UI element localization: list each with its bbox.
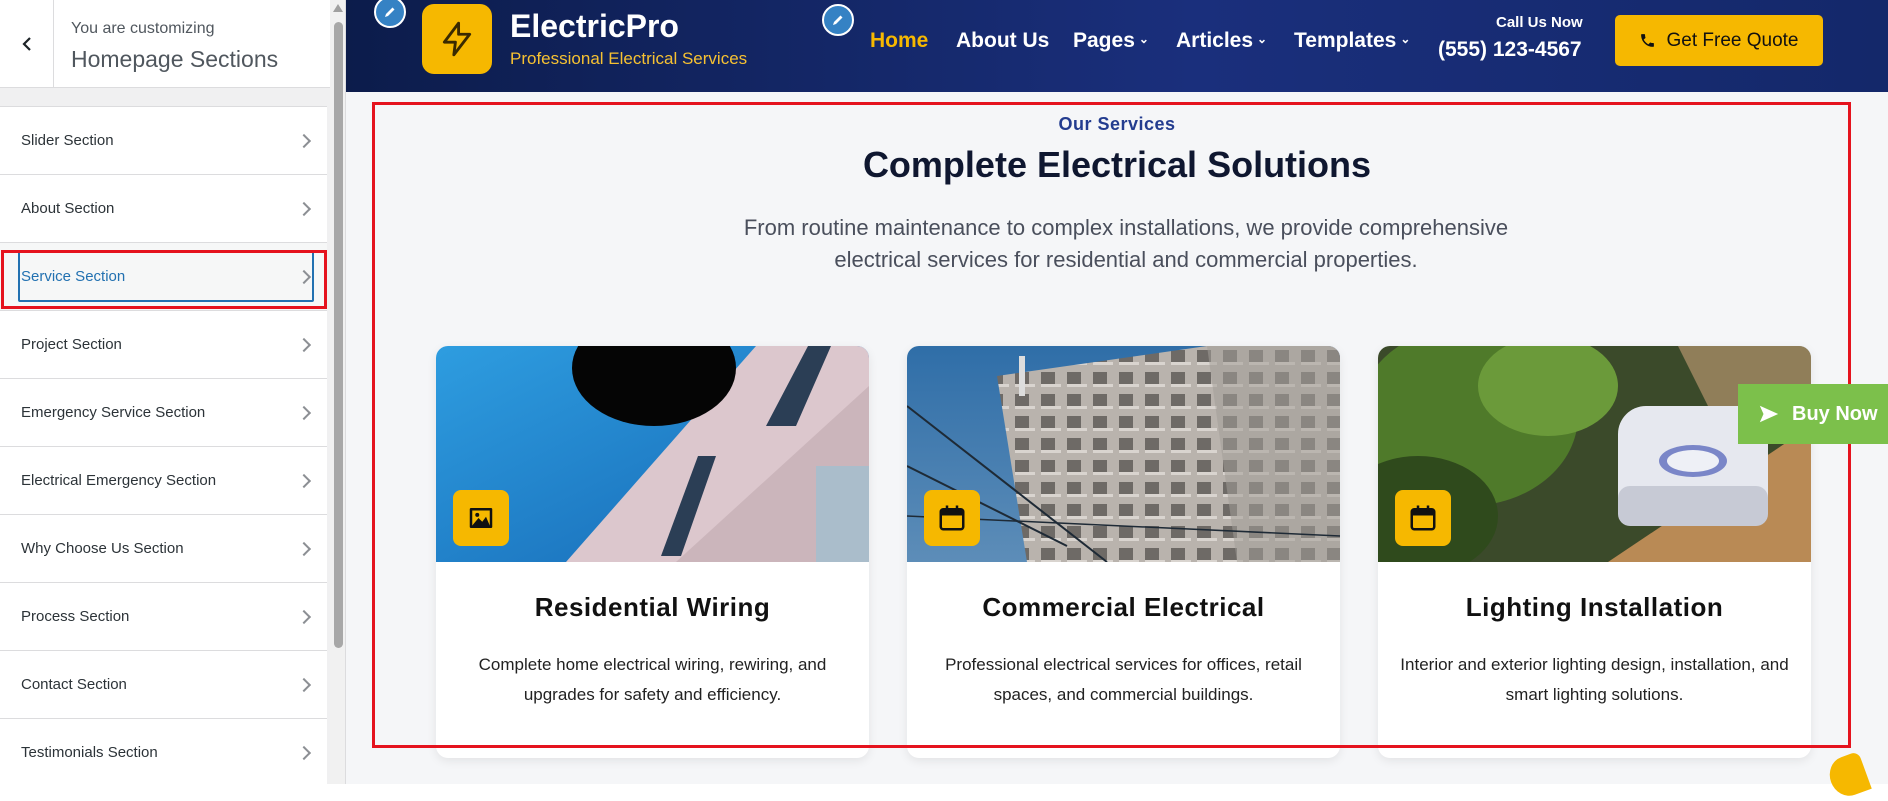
scroll-up-arrow-icon[interactable] [333, 4, 343, 12]
send-icon [1759, 405, 1779, 423]
nav-home[interactable]: Home [870, 29, 928, 53]
nav-articles[interactable]: Articles ⌄ [1176, 29, 1267, 53]
highlight-box [372, 102, 1851, 748]
customizing-title: Homepage Sections [71, 46, 279, 72]
chevron-right-icon [296, 405, 312, 420]
chevron-right-icon [296, 473, 312, 488]
brand-tagline: Professional Electrical Services [510, 49, 748, 68]
section-item-label: Project Section [21, 336, 122, 353]
nav-templates[interactable]: Templates ⌄ [1294, 29, 1410, 53]
phone-number[interactable]: (555) 123-4567 [1438, 38, 1582, 62]
customizing-subtitle: You are customizing [71, 20, 215, 37]
back-button[interactable] [0, 0, 54, 88]
chevron-right-icon [296, 133, 312, 148]
nav-about-us[interactable]: About Us [956, 29, 1049, 53]
logo[interactable] [422, 4, 492, 74]
nav-label: About Us [956, 29, 1050, 52]
section-item-emergency-service[interactable]: Emergency Service Section [0, 378, 327, 446]
chevron-down-icon: ⌄ [1257, 32, 1268, 46]
buy-now-button[interactable]: Buy Now [1738, 384, 1888, 444]
nav-label: Templates [1294, 29, 1397, 52]
section-item-contact[interactable]: Contact Section [0, 650, 327, 718]
chevron-right-icon [296, 541, 312, 556]
nav-pages[interactable]: Pages ⌄ [1073, 29, 1149, 53]
buy-now-label: Buy Now [1792, 402, 1878, 425]
chevron-right-icon [296, 745, 312, 760]
section-item-label: Slider Section [21, 132, 114, 149]
phone-icon [1641, 34, 1655, 47]
section-item-slider[interactable]: Slider Section [0, 106, 327, 174]
get-quote-label: Get Free Quote [1666, 29, 1799, 51]
chevron-right-icon [296, 337, 312, 352]
section-item-label: Testimonials Section [21, 744, 158, 761]
lightning-icon [442, 21, 472, 57]
get-quote-button[interactable]: Get Free Quote [1615, 15, 1823, 66]
pencil-icon [833, 15, 843, 25]
edit-shortcut-button[interactable] [374, 0, 406, 28]
section-item-label: Electrical Emergency Section [21, 472, 217, 489]
section-item-label: About Section [21, 200, 115, 217]
nav-label: Home [870, 29, 929, 52]
section-item-label: Why Choose Us Section [21, 540, 184, 557]
section-list: Slider Section About Section Service Sec… [0, 106, 327, 784]
customizer-header: You are customizing Homepage Sections [0, 0, 330, 88]
section-item-process[interactable]: Process Section [0, 582, 327, 650]
nav-label: Pages [1073, 29, 1135, 52]
chevron-right-icon [296, 201, 312, 216]
edit-shortcut-button[interactable] [822, 4, 854, 36]
section-item-testimonials[interactable]: Testimonials Section [0, 718, 327, 784]
chevron-down-icon: ⌄ [1400, 32, 1411, 46]
section-item-why-choose-us[interactable]: Why Choose Us Section [0, 514, 327, 582]
section-item-project[interactable]: Project Section [0, 310, 327, 378]
site-header: ElectricPro Professional Electrical Serv… [346, 0, 1888, 92]
pencil-icon [385, 7, 395, 17]
call-label: Call Us Now [1496, 14, 1583, 31]
scrollbar-thumb[interactable] [334, 22, 343, 648]
chevron-right-icon [296, 677, 312, 692]
section-item-about[interactable]: About Section [0, 174, 327, 242]
brand-name[interactable]: ElectricPro [510, 8, 679, 45]
chevron-right-icon [296, 609, 312, 624]
section-item-label: Process Section [21, 608, 130, 625]
highlight-box [1, 250, 327, 309]
section-item-label: Contact Section [21, 676, 127, 693]
chevron-down-icon: ⌄ [1138, 32, 1149, 46]
section-item-electrical-emergency[interactable]: Electrical Emergency Section [0, 446, 327, 514]
nav-label: Articles [1176, 29, 1254, 52]
chevron-left-icon [21, 37, 31, 51]
sidebar-scrollbar[interactable] [330, 0, 345, 784]
section-item-label: Emergency Service Section [21, 404, 206, 421]
customizer-sidebar: You are customizing Homepage Sections Sl… [0, 0, 346, 784]
